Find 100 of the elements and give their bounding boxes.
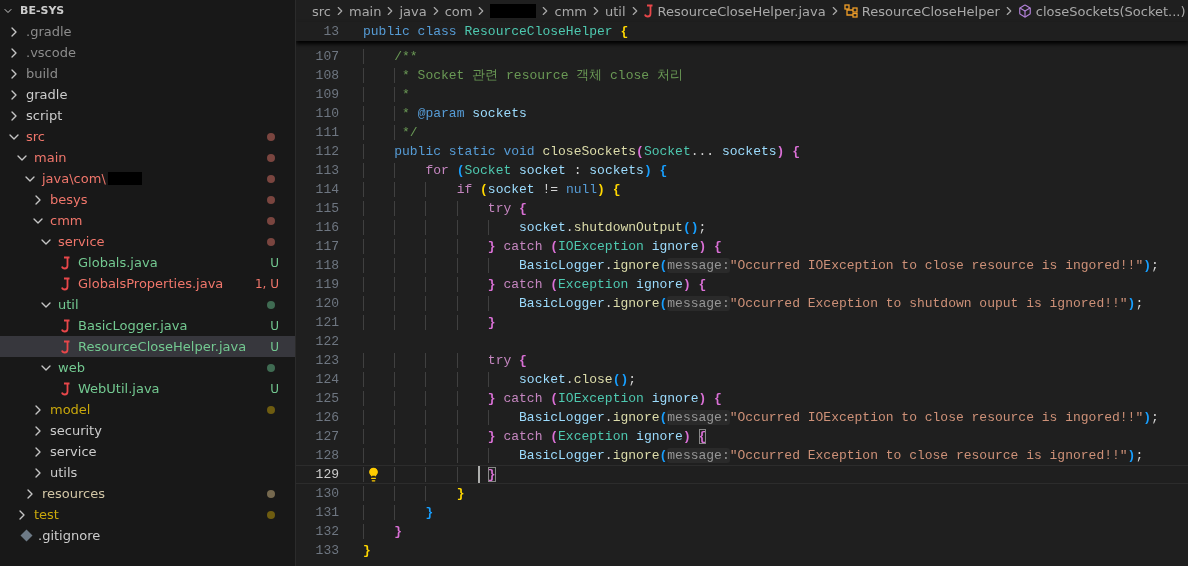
item-label: WebUtil.java	[78, 381, 160, 396]
breadcrumb-item[interactable]: src	[312, 3, 331, 19]
file-type-icon	[61, 318, 71, 333]
explorer-title: BE-SYS	[20, 4, 65, 17]
line-number: 124	[314, 372, 339, 387]
code-line: for (Socket socket : sockets) {	[363, 162, 668, 179]
tree-item[interactable]: GlobalsProperties.java 1, U	[0, 273, 295, 294]
tree-item[interactable]: .gradle	[0, 21, 295, 42]
item-label: java\com\	[42, 171, 106, 186]
item-label: build	[26, 66, 58, 81]
tree-item[interactable]: build	[0, 63, 295, 84]
breadcrumb-item[interactable]: closeSockets(Socket...)	[1035, 3, 1186, 19]
sticky-code-line: public class ResourceCloseHelper {	[363, 23, 629, 40]
code-line: try {	[363, 352, 527, 369]
line-number: 126	[314, 410, 339, 425]
code-line: } catch (Exception ignore) {	[363, 276, 707, 293]
tree-item[interactable]: src	[0, 126, 295, 147]
item-label: service	[50, 444, 97, 459]
item-label: besys	[50, 192, 88, 207]
breadcrumb-item[interactable]: java	[399, 3, 427, 19]
tree-item[interactable]: utils	[0, 462, 295, 483]
item-label: main	[34, 150, 67, 165]
breadcrumb-item[interactable]: util	[604, 3, 626, 19]
code-line: BasicLogger.ignore(message:"Occurred Exception to shutdown ouput is ignored!!");	[363, 295, 1144, 312]
tree-item[interactable]: service	[0, 231, 295, 252]
item-label: cmm	[50, 213, 83, 228]
item-label: utils	[50, 465, 78, 480]
item-label: resources	[42, 486, 105, 501]
tree-item[interactable]: model	[0, 399, 295, 420]
code-line: * Socket 관련 resource 객체 close 처리	[363, 67, 683, 84]
tree-item[interactable]: .gitignore	[0, 525, 295, 546]
tree-item[interactable]: service	[0, 441, 295, 462]
item-label: Globals.java	[78, 255, 158, 270]
item-label: util	[58, 297, 79, 312]
tree-item[interactable]: util	[0, 294, 295, 315]
item-label: service	[58, 234, 105, 249]
line-number: 127	[314, 429, 339, 444]
status-label: U	[270, 381, 279, 396]
item-label: BasicLogger.java	[78, 318, 188, 333]
tree-item[interactable]: Globals.java U	[0, 252, 295, 273]
status-label: U	[270, 318, 279, 333]
diamond-icon	[19, 529, 33, 542]
code-line: } catch (IOException ignore) {	[363, 390, 722, 407]
code-line: public static void closeSockets(Socket... sockets) {	[363, 143, 800, 160]
breadcrumb-item[interactable]: main	[349, 3, 382, 19]
tree-item[interactable]: resources	[0, 483, 295, 504]
line-number: 112	[314, 144, 339, 159]
line-number: 119	[314, 277, 339, 292]
code-line: }	[363, 542, 371, 559]
breadcrumb-item[interactable]: cmm	[554, 3, 587, 19]
tree-item[interactable]: besys	[0, 189, 295, 210]
item-label: .vscode	[26, 45, 76, 60]
tree-item[interactable]: ResourceCloseHelper.java U	[0, 336, 295, 357]
cube-icon	[1017, 4, 1032, 18]
item-label: .gitignore	[38, 528, 101, 543]
line-number: 108	[314, 68, 339, 83]
line-number: 122	[314, 334, 339, 349]
file-type-icon	[61, 255, 71, 270]
item-label: model	[50, 402, 91, 417]
tree-item[interactable]: WebUtil.java U	[0, 378, 295, 399]
tree-item[interactable]: security	[0, 420, 295, 441]
tree-item[interactable]: main	[0, 147, 295, 168]
tree-item[interactable]: test	[0, 504, 295, 525]
code-line: }	[363, 466, 496, 483]
redacted-block	[490, 4, 537, 18]
line-number: 115	[314, 201, 339, 216]
line-number: 118	[314, 258, 339, 273]
lightbulb-icon[interactable]	[366, 467, 381, 482]
breadcrumb-item[interactable]: com	[444, 3, 473, 19]
item-label: script	[26, 108, 63, 123]
line-number: 109	[314, 87, 339, 102]
tree-item[interactable]: script	[0, 105, 295, 126]
line-number: 121	[314, 315, 339, 330]
code-line: }	[363, 485, 465, 502]
file-type-icon	[61, 276, 71, 291]
class-icon	[843, 4, 858, 18]
tree-item[interactable]: gradle	[0, 84, 295, 105]
explorer-root[interactable]: BE-SYS	[0, 0, 295, 21]
line-number: 130	[314, 486, 339, 501]
breadcrumb-item[interactable]: ResourceCloseHelper	[861, 3, 1000, 19]
code-line: }	[363, 504, 434, 521]
item-label: gradle	[26, 87, 68, 102]
code-line: */	[363, 124, 418, 141]
line-number: 132	[314, 524, 339, 539]
file-type-icon	[643, 4, 654, 18]
item-label: ResourceCloseHelper.java	[78, 339, 247, 354]
line-number: 123	[314, 353, 339, 368]
breadcrumb-item[interactable]: ResourceCloseHelper.java	[657, 3, 826, 19]
status-label: U	[270, 339, 279, 354]
tree-item[interactable]: cmm	[0, 210, 295, 231]
code-line: }	[363, 523, 403, 540]
tree-item[interactable]: java\com\	[0, 168, 295, 189]
line-number: 114	[314, 182, 339, 197]
tree-item[interactable]: BasicLogger.java U	[0, 315, 295, 336]
line-number: 107	[314, 49, 339, 64]
line-number: 110	[314, 106, 339, 121]
code-line: } catch (IOException ignore) {	[363, 238, 722, 255]
tree-item[interactable]: .vscode	[0, 42, 295, 63]
tree-item[interactable]: web	[0, 357, 295, 378]
line-number: 128	[314, 448, 339, 463]
